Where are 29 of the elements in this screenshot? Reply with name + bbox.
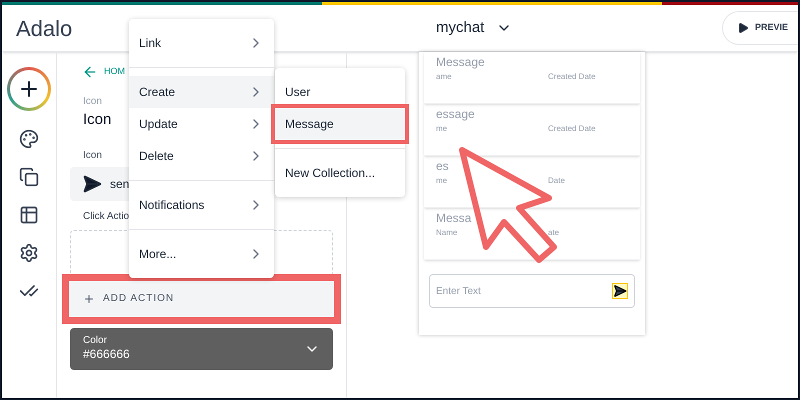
menu-item[interactable]: Notifications	[129, 189, 274, 221]
component-name: Icon	[83, 110, 112, 130]
settings-icon[interactable]	[19, 243, 39, 263]
menu-item[interactable]: Create	[129, 76, 274, 108]
add-action-button[interactable]: ADD ACTION	[69, 280, 334, 316]
component-type: Icon	[83, 95, 102, 109]
screens-icon[interactable]	[19, 167, 39, 187]
database-icon[interactable]	[19, 205, 39, 225]
chat-input[interactable]: Enter Text	[429, 274, 635, 308]
play-icon	[737, 22, 749, 34]
message-input[interactable]: Enter Text	[436, 284, 612, 298]
plus-icon	[83, 292, 95, 304]
send-icon	[82, 174, 102, 194]
send-icon[interactable]	[612, 283, 628, 299]
preview-button[interactable]: PREVIE	[722, 11, 798, 45]
color-dropdown[interactable]: Color #666666	[70, 328, 333, 370]
menu-item[interactable]: Delete	[129, 140, 274, 172]
add-button[interactable]	[7, 67, 51, 111]
menu-item[interactable]: Update	[129, 108, 274, 140]
field-label: Icon	[83, 148, 102, 162]
menu-item[interactable]: Message	[275, 108, 405, 140]
back-link[interactable]: HOM	[104, 65, 125, 79]
field-label: Click Actio	[83, 210, 130, 224]
menu-item[interactable]: Link	[129, 27, 274, 59]
logo[interactable]: Adalo	[16, 16, 72, 40]
menu-item[interactable]: New Collection...	[275, 157, 405, 189]
palette-icon[interactable]	[19, 129, 39, 149]
app-selector[interactable]: mychat	[436, 16, 512, 40]
menu-item[interactable]: More...	[129, 238, 274, 270]
